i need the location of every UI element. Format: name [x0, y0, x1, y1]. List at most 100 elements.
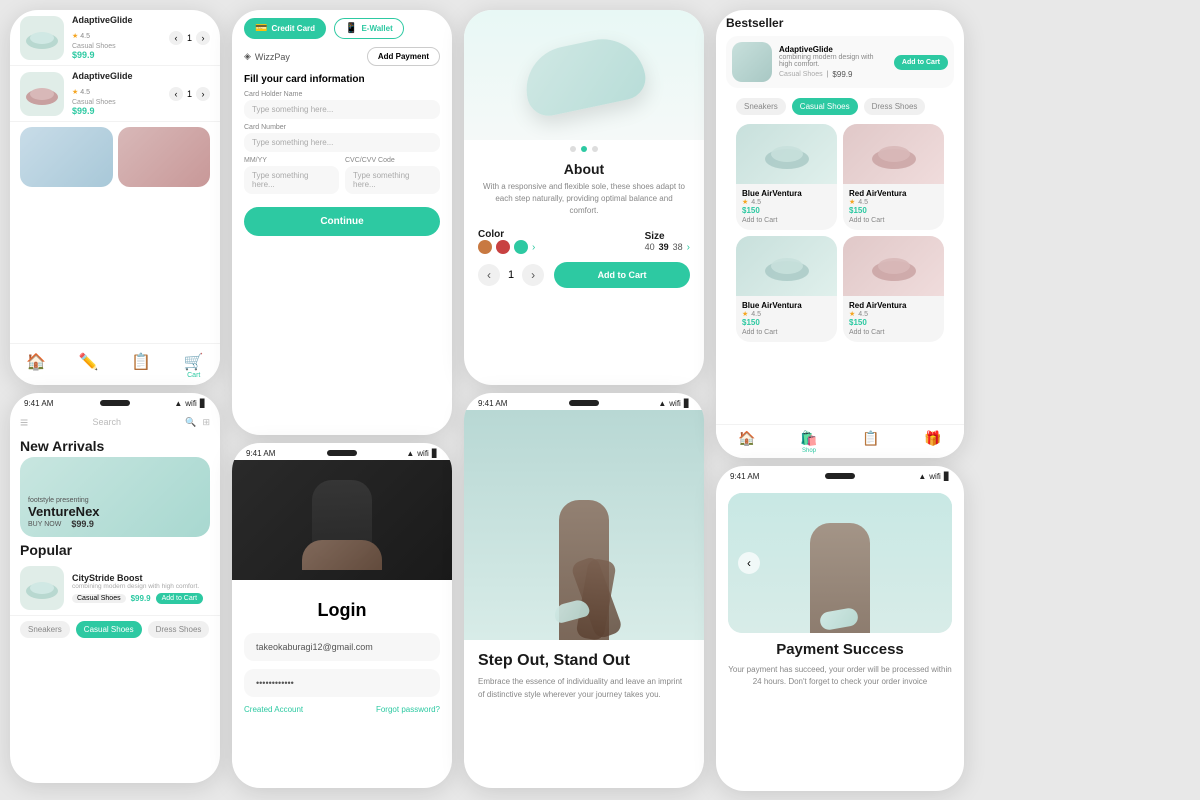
dot-3[interactable]	[592, 146, 598, 152]
home-icon[interactable]: 🏠	[26, 352, 46, 379]
mmyy-input[interactable]: Type something here...	[244, 166, 339, 194]
signal-icon: ▲	[658, 399, 666, 408]
shoe-card-name: Blue AirVentura	[742, 189, 831, 198]
color-more-icon[interactable]: ›	[532, 242, 535, 253]
mmyy-group: MM/YY Type something here...	[244, 157, 339, 194]
create-account-link[interactable]: Created Account	[244, 705, 303, 714]
shoe-card-blue-2[interactable]: Blue AirVentura ★ 4.5 $150 Add to Cart	[736, 236, 837, 342]
category-tabs: Sneakers Casual Shoes Dress Shoes	[726, 93, 954, 120]
new-arrivals-title: New Arrivals	[10, 434, 220, 457]
tab-ewallet[interactable]: 📱 E-Wallet	[334, 18, 404, 39]
edit-icon[interactable]: ✏️	[79, 352, 99, 379]
nav-gift[interactable]: 🎁	[924, 430, 941, 454]
notch	[327, 450, 357, 456]
dot-2[interactable]	[581, 146, 587, 152]
color-label: Color	[478, 229, 535, 240]
tab-casual[interactable]: Casual Shoes	[76, 621, 142, 638]
cvv-input[interactable]: Type something here...	[345, 166, 440, 194]
login-form: Login Created Account Forgot password?	[232, 580, 452, 726]
card-number-input[interactable]: Type something here...	[244, 133, 440, 152]
qty-decrease-button[interactable]: ‹	[169, 31, 183, 45]
hero-background	[464, 410, 704, 640]
nav-home[interactable]: 🏠	[738, 430, 755, 454]
add-payment-button[interactable]: Add Payment	[367, 47, 440, 66]
qty-value: 1	[187, 89, 192, 99]
qty-increase-button[interactable]: ›	[196, 31, 210, 45]
tab-credit-card[interactable]: 💳 Credit Card	[244, 18, 326, 39]
qty-value: 1	[187, 33, 192, 43]
size-options: 40 39 38 ›	[645, 242, 690, 253]
star-icon: ★	[849, 198, 855, 206]
search-icon[interactable]: 🔍	[185, 417, 196, 428]
product-grid	[10, 122, 220, 192]
list-icon[interactable]: 📋	[131, 352, 151, 379]
rating-value: 4.5	[751, 311, 761, 318]
cart-nav[interactable]: 🛒 Cart	[184, 352, 204, 379]
shoe-card-image	[736, 236, 837, 296]
hero-price-row: BUY NOW $99.9	[28, 519, 100, 529]
shoe-card-rating: ★ 4.5	[849, 198, 938, 206]
shoe-card-blue-1[interactable]: Blue AirVentura ★ 4.5 $150 Add to Cart	[736, 124, 837, 230]
popular-info: CityStride Boost combining modern design…	[72, 573, 210, 604]
ewallet-icon: 📱	[345, 23, 357, 34]
password-input[interactable]	[244, 669, 440, 697]
star-icon: ★	[742, 310, 748, 318]
search-label[interactable]: Search	[92, 417, 121, 427]
size-40[interactable]: 40	[645, 242, 655, 252]
continue-button[interactable]: Continue	[244, 207, 440, 236]
filter-icon[interactable]: ⊞	[202, 417, 210, 428]
tab-sneakers[interactable]: Sneakers	[20, 621, 70, 638]
add-to-cart-button[interactable]: Add to Cart	[554, 262, 690, 288]
nav-shop[interactable]: 🛍️ Shop	[800, 430, 817, 454]
shop-label: Shop	[802, 448, 816, 454]
shoe-add-btn[interactable]: Add to Cart	[742, 327, 831, 338]
qty-minus-button[interactable]: ‹	[478, 264, 500, 286]
tab-sneakers[interactable]: Sneakers	[736, 98, 786, 115]
nav-list[interactable]: 📋	[862, 430, 879, 454]
product-image	[20, 16, 64, 60]
qty-plus-button[interactable]: ›	[522, 264, 544, 286]
shoe-silhouette	[302, 540, 382, 570]
shoe-add-btn[interactable]: Add to Cart	[849, 327, 938, 338]
shoe-card-name: Blue AirVentura	[742, 301, 831, 310]
color-options: ›	[478, 240, 535, 254]
qty-decrease-button[interactable]: ‹	[169, 87, 183, 101]
home-icon: 🏠	[738, 430, 755, 447]
shoe-add-btn[interactable]: Add to Cart	[742, 215, 831, 226]
wifi-icon: wifi	[417, 449, 429, 458]
tab-dress[interactable]: Dress Shoes	[864, 98, 926, 115]
size-38[interactable]: 38	[673, 242, 683, 252]
dot-1[interactable]	[570, 146, 576, 152]
forgot-password-link[interactable]: Forgot password?	[376, 705, 440, 714]
size-39[interactable]: 39	[659, 242, 669, 252]
quantity-control[interactable]: ‹ 1 ›	[169, 87, 210, 101]
quantity-control[interactable]: ‹ 1 ›	[169, 31, 210, 45]
size-more-icon[interactable]: ›	[687, 242, 690, 253]
signal-icon: ▲	[174, 399, 182, 408]
success-bg	[728, 493, 952, 633]
qty-number: 1	[508, 269, 514, 281]
color-brown[interactable]	[478, 240, 492, 254]
color-red[interactable]	[496, 240, 510, 254]
cart-icon[interactable]: 🛒	[184, 352, 204, 372]
tab-casual[interactable]: Casual Shoes	[792, 98, 858, 115]
form-title: Fill your card information	[232, 74, 452, 91]
menu-icon[interactable]: ≡	[20, 414, 28, 430]
shoe-add-btn[interactable]: Add to Cart	[849, 215, 938, 226]
card-holder-input[interactable]: Type something here...	[244, 100, 440, 119]
popular-add-btn[interactable]: Add to Cart	[156, 593, 203, 604]
category-tabs: Sneakers Casual Shoes Dress Shoes	[10, 616, 220, 643]
email-input[interactable]	[244, 633, 440, 661]
quantity-stepper[interactable]: ‹ 1 ›	[478, 264, 544, 286]
color-green[interactable]	[514, 240, 528, 254]
hero-tag: footstyle presenting	[28, 497, 100, 504]
product-price: $99.9	[72, 50, 161, 60]
bs-add-button[interactable]: Add to Cart	[894, 55, 948, 70]
qty-increase-button[interactable]: ›	[196, 87, 210, 101]
hero-banner[interactable]: footstyle presenting VentureNex BUY NOW …	[20, 457, 210, 537]
shoe-card-price: $150	[849, 206, 938, 215]
rating-value: 4.5	[858, 311, 868, 318]
tab-dress[interactable]: Dress Shoes	[148, 621, 210, 638]
shoe-card-red-1[interactable]: Red AirVentura ★ 4.5 $150 Add to Cart	[843, 124, 944, 230]
shoe-card-red-2[interactable]: Red AirVentura ★ 4.5 $150 Add to Cart	[843, 236, 944, 342]
